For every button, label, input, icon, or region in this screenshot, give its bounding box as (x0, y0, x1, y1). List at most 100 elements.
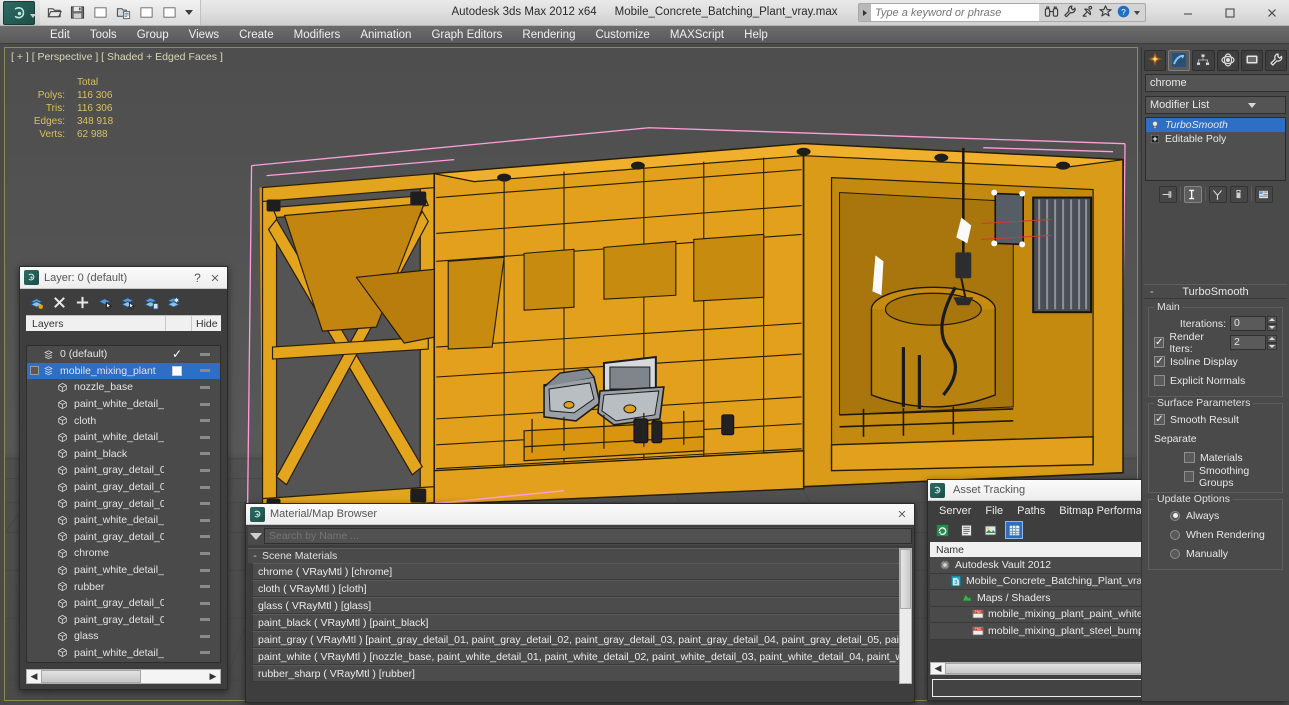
layer-row[interactable]: paint_white_detail_02 (27, 645, 220, 662)
layer-row[interactable]: rubber (27, 578, 220, 595)
layer-row[interactable]: 0 (default) ✓ (27, 346, 220, 363)
layer-row[interactable]: paint_black (27, 446, 220, 463)
modifier-stack-entry[interactable]: Editable Poly (1146, 132, 1285, 146)
smooth-result-checkbox[interactable] (1154, 414, 1165, 425)
material-row[interactable]: paint_black ( VRayMtl ) [paint_black] (252, 614, 912, 631)
menu-edit[interactable]: Edit (40, 26, 80, 44)
menu-group[interactable]: Group (127, 26, 179, 44)
motion-tab[interactable] (1216, 49, 1239, 71)
menu-help[interactable]: Help (734, 26, 778, 44)
remove-modifier-icon[interactable] (1229, 185, 1248, 203)
render-iters-checkbox[interactable] (1154, 337, 1165, 348)
layer-row[interactable]: paint_gray_detail_04 (27, 479, 220, 496)
modify-tab[interactable] (1168, 49, 1191, 71)
utilities-tab[interactable] (1264, 49, 1288, 71)
layer-hide-cell[interactable] (190, 435, 220, 439)
layer-hide-cell[interactable] (190, 402, 220, 406)
object-name-field[interactable] (1145, 74, 1289, 92)
app-logo-icon[interactable] (3, 1, 35, 25)
layer-hide-cell[interactable] (190, 601, 220, 605)
select-highlighted-icon[interactable] (97, 294, 114, 311)
scrollbar-thumb[interactable] (41, 670, 142, 683)
lightbulb-icon[interactable] (1148, 119, 1161, 131)
update-always-radio[interactable] (1170, 510, 1180, 521)
update-manually-row[interactable]: Manually (1170, 545, 1277, 562)
maximize-icon[interactable] (1217, 2, 1243, 24)
layer-list[interactable]: 0 (default) ✓ mobile_mixing_plant nozzle_ba… (26, 345, 221, 663)
layer-row[interactable]: mobile_mixing_plant (27, 661, 220, 662)
menu-maxscript[interactable]: MAXScript (660, 26, 734, 44)
update-manually-radio[interactable] (1170, 548, 1180, 559)
layer-hide-cell[interactable] (190, 518, 220, 522)
rollout-scroll-area[interactable]: - TurboSmooth Main Iterations: 0 ✓ Rende… (1142, 279, 1289, 701)
at-menu-file[interactable]: File (978, 505, 1010, 517)
smooth-result-row[interactable]: Smooth Result (1154, 411, 1277, 428)
new-scene-icon[interactable] (159, 3, 180, 23)
iterations-value[interactable]: 0 (1230, 316, 1266, 331)
delete-layer-icon[interactable] (51, 294, 68, 311)
update-when-rendering-radio[interactable] (1170, 529, 1180, 540)
create-new-layer-icon[interactable] (28, 294, 45, 311)
layer-row[interactable]: chrome (27, 545, 220, 562)
layer-row[interactable]: paint_gray_detail_01 (27, 529, 220, 546)
create-tab[interactable] (1144, 49, 1167, 71)
explicit-normals-row[interactable]: Explicit Normals (1154, 372, 1277, 389)
layer-hide-cell[interactable] (190, 485, 220, 489)
qat-dropdown-icon[interactable] (185, 10, 193, 15)
layer-hide-cell[interactable] (190, 369, 220, 373)
save-file-icon[interactable] (67, 3, 88, 23)
layer-hide-cell[interactable] (190, 568, 220, 572)
layer-hide-cell[interactable] (190, 651, 220, 655)
menu-views[interactable]: Views (179, 26, 229, 44)
render-iters-spinner-arrows[interactable] (1267, 335, 1277, 350)
add-to-layer-icon[interactable] (143, 294, 160, 311)
render-iters-spinner[interactable]: 2 (1230, 335, 1277, 350)
iterations-spinner-arrows[interactable] (1267, 316, 1277, 331)
material-row[interactable]: cloth ( VRayMtl ) [cloth] (252, 580, 912, 597)
scroll-right-icon[interactable]: ▶ (206, 670, 220, 683)
highlight-selected-icon[interactable] (120, 294, 137, 311)
scroll-left-icon[interactable]: ◀ (27, 670, 41, 683)
help-icon[interactable]: ? (189, 269, 206, 286)
collapse-icon[interactable]: - (1150, 286, 1154, 298)
layer-freeze-cell[interactable]: ✓ (164, 348, 190, 360)
layer-panel[interactable]: Layer: 0 (default) ? Layers Hide 0 (defa… (19, 266, 228, 690)
modifier-stack[interactable]: TurboSmooth Editable Poly (1145, 117, 1286, 181)
separate-materials-row[interactable]: Materials (1184, 449, 1277, 466)
iterations-spinner[interactable]: 0 (1230, 316, 1277, 331)
layer-row[interactable]: nozzle_base (27, 379, 220, 396)
layer-row[interactable]: paint_gray_detail_05 (27, 495, 220, 512)
command-panel[interactable]: Modifier List TurboSmooth Editable Poly (1141, 47, 1289, 701)
update-always-row[interactable]: Always (1170, 507, 1277, 524)
scene-materials-group[interactable]: - Scene Materials (248, 548, 912, 563)
layer-horizontal-scrollbar[interactable]: ◀ ▶ (26, 669, 221, 684)
separate-smoothing-groups-checkbox[interactable] (1184, 471, 1195, 482)
at-menu-server[interactable]: Server (932, 505, 978, 517)
thumbnail-view-icon[interactable] (982, 522, 998, 538)
material-row[interactable]: chrome ( VRayMtl ) [chrome] (252, 563, 912, 580)
menu-modifiers[interactable]: Modifiers (284, 26, 351, 44)
configure-sets-icon[interactable] (1254, 185, 1273, 203)
menu-create[interactable]: Create (229, 26, 284, 44)
set-project-icon[interactable] (113, 3, 134, 23)
material-row[interactable]: rubber_sharp ( VRayMtl ) [rubber] (252, 665, 912, 682)
layer-hide-cell[interactable] (190, 385, 220, 389)
layer-row[interactable]: glass (27, 628, 220, 645)
material-vertical-scrollbar[interactable] (899, 548, 912, 684)
close-icon[interactable] (893, 506, 910, 523)
close-icon[interactable] (1259, 2, 1285, 24)
infocenter-expand-icon[interactable] (859, 4, 871, 21)
layer-row[interactable]: paint_white_detail_04 (27, 396, 220, 413)
layer-row[interactable]: paint_gray_detail_06 (27, 462, 220, 479)
separate-materials-checkbox[interactable] (1184, 452, 1195, 463)
update-when-rendering-row[interactable]: When Rendering (1170, 526, 1277, 543)
layer-hide-cell[interactable] (190, 452, 220, 456)
refresh-icon[interactable] (934, 522, 950, 538)
separate-smoothing-groups-row[interactable]: Smoothing Groups (1184, 465, 1277, 489)
layer-hide-cell[interactable] (190, 502, 220, 506)
collapse-icon[interactable]: - (248, 550, 262, 562)
isoline-display-checkbox[interactable] (1154, 356, 1165, 367)
hierarchy-tab[interactable] (1192, 49, 1215, 71)
search-input[interactable] (871, 4, 1039, 21)
star-icon[interactable] (1098, 4, 1113, 22)
